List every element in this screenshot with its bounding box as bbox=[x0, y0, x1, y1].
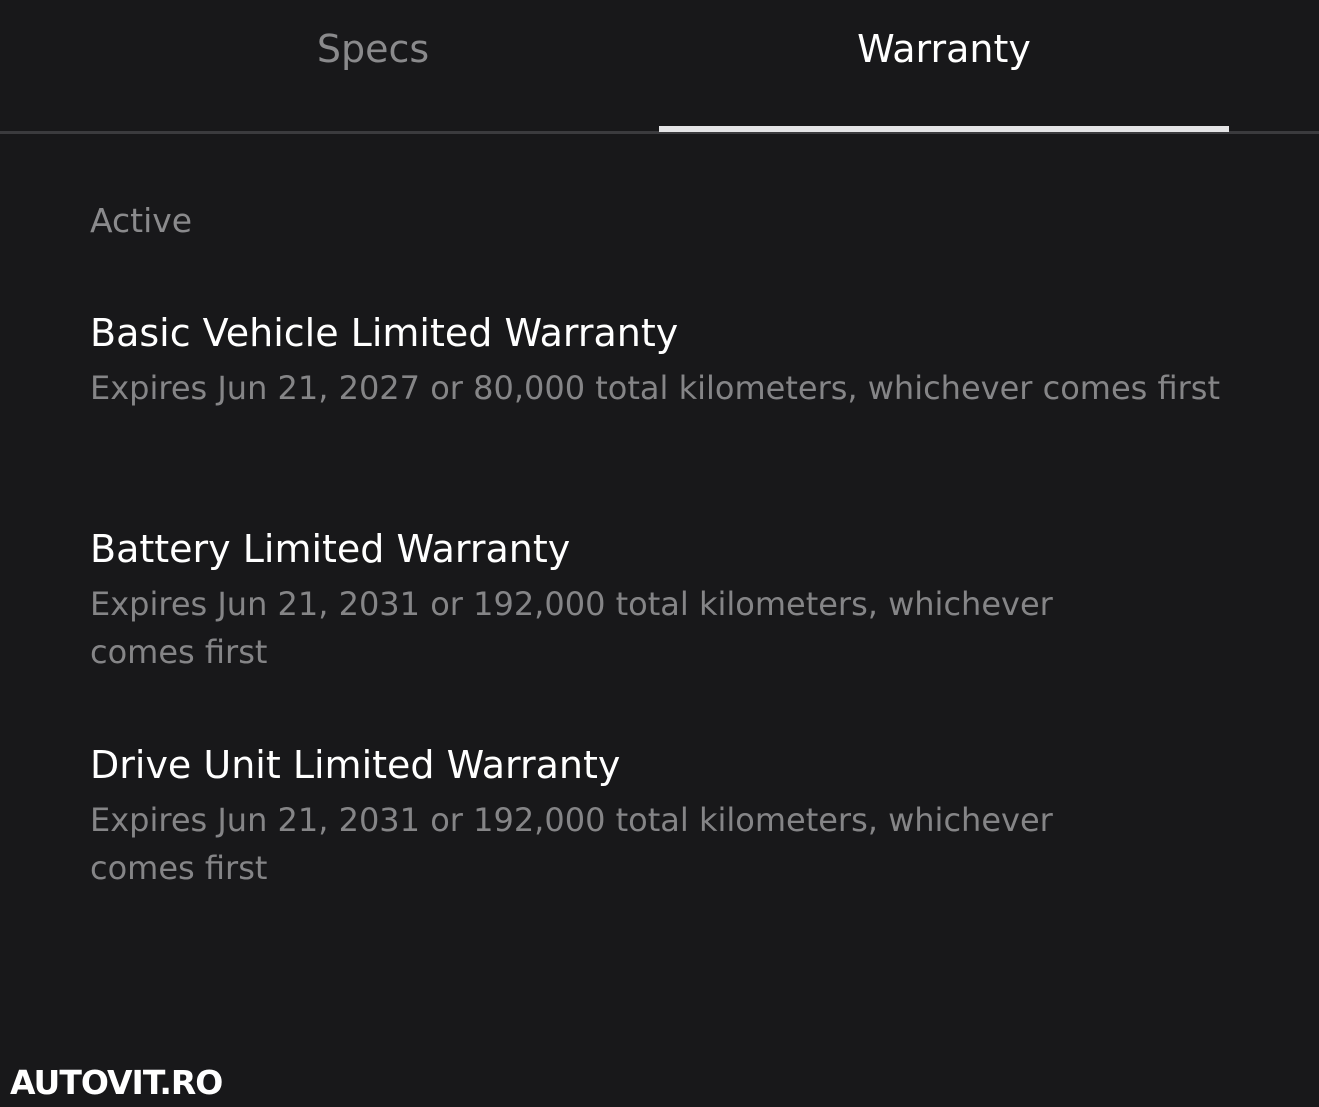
warranty-item-drive-unit: Drive Unit Limited Warranty Expires Jun … bbox=[90, 743, 1230, 892]
warranty-description: Expires Jun 21, 2031 or 192,000 total ki… bbox=[90, 585, 1053, 671]
watermark-logo: AUTOVIT.RO bbox=[10, 1063, 223, 1102]
tab-specs[interactable]: Specs bbox=[88, 0, 658, 132]
warranty-description: Expires Jun 21, 2031 or 192,000 total ki… bbox=[90, 801, 1053, 887]
warranty-title: Battery Limited Warranty bbox=[90, 527, 571, 571]
section-label-active: Active bbox=[90, 201, 193, 240]
tab-warranty[interactable]: Warranty bbox=[659, 0, 1229, 132]
tab-bar: Specs Warranty bbox=[0, 0, 1319, 134]
warranty-description: Expires Jun 21, 2027 or 80,000 total kil… bbox=[90, 369, 1220, 407]
warranty-item-battery: Battery Limited Warranty Expires Jun 21,… bbox=[90, 527, 1230, 676]
warranty-item-basic-vehicle: Basic Vehicle Limited Warranty Expires J… bbox=[90, 311, 1230, 412]
warranty-title: Basic Vehicle Limited Warranty bbox=[90, 311, 679, 355]
tab-specs-label: Specs bbox=[316, 27, 430, 71]
active-tab-indicator bbox=[659, 126, 1229, 132]
tab-warranty-label: Warranty bbox=[857, 27, 1031, 71]
warranty-title: Drive Unit Limited Warranty bbox=[90, 743, 621, 787]
